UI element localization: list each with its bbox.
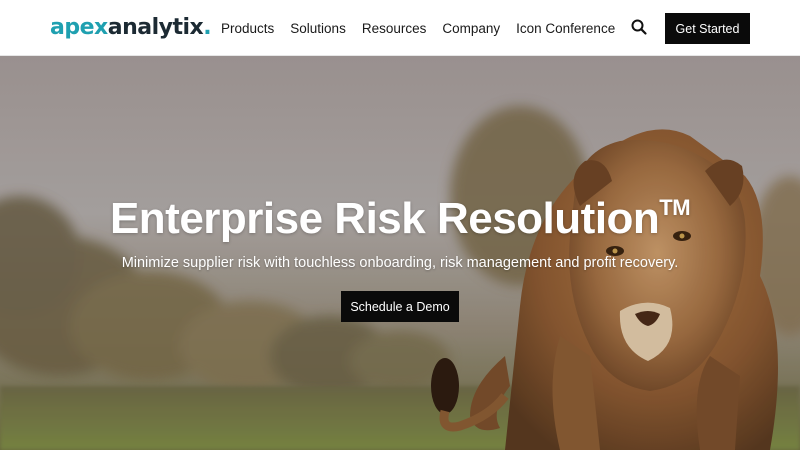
nav-item-resources[interactable]: Resources [362, 21, 427, 36]
logo[interactable]: apexanalytix. [50, 13, 212, 43]
nav-item-products[interactable]: Products [221, 21, 274, 36]
logo-apex: apex [50, 15, 108, 40]
site-header: apexanalytix. Products Solutions Resourc… [0, 0, 800, 56]
logo-dot: . [203, 15, 212, 40]
trademark-mark: TM [659, 195, 691, 220]
nav-item-solutions[interactable]: Solutions [290, 21, 346, 36]
hero-subtitle: Minimize supplier risk with touchless on… [121, 255, 679, 271]
nav-item-company[interactable]: Company [442, 21, 500, 36]
hero-background-image [0, 56, 800, 450]
schedule-demo-button[interactable]: Schedule a Demo [341, 291, 459, 322]
nav-item-icon-conference[interactable]: Icon Conference [516, 21, 615, 36]
hero-title: Enterprise Risk ResolutionTM [0, 194, 800, 244]
hero-title-text: Enterprise Risk Resolution [109, 194, 660, 243]
logo-analytix: analytix [107, 15, 204, 40]
main-nav: Products Solutions Resources Company Ico… [221, 0, 631, 56]
get-started-button[interactable]: Get Started [665, 13, 750, 44]
search-icon[interactable] [630, 18, 648, 36]
hero-section: Enterprise Risk ResolutionTM Minimize su… [0, 56, 800, 450]
